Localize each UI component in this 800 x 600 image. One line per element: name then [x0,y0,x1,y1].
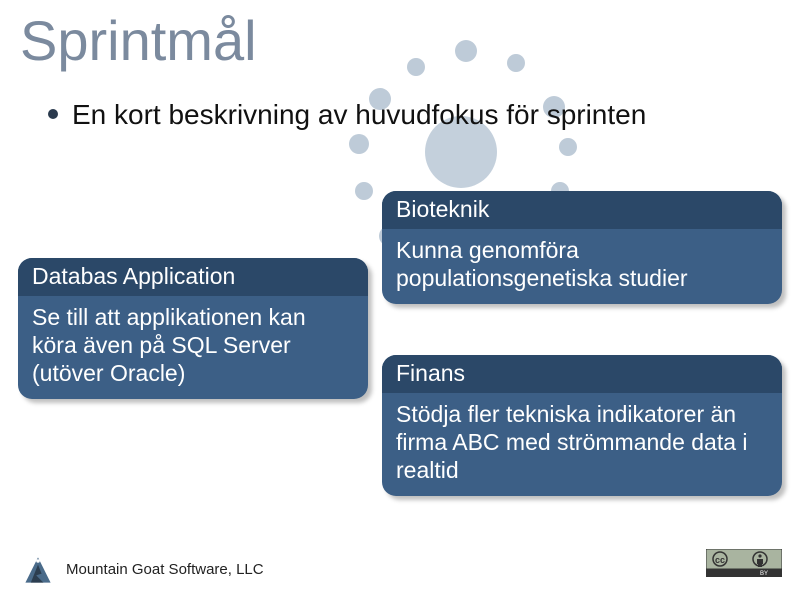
cc-by-label: BY [760,571,768,577]
cc-by-icon: cc BY [706,549,782,577]
bullet-item: En kort beskrivning av huvudfokus för sp… [0,79,800,132]
card-bioteknik-body: Kunna genomföra populationsgenetiska stu… [382,229,782,304]
footer-company: Mountain Goat Software, LLC [66,561,264,578]
card-databas-header: Databas Application [18,258,368,296]
bullet-text: En kort beskrivning av huvudfokus för sp… [72,97,646,132]
card-bioteknik-header: Bioteknik [382,191,782,229]
card-bioteknik: Bioteknik Kunna genomföra populationsgen… [382,191,782,304]
cc-badge: cc BY [706,549,782,582]
card-databas: Databas Application Se till att applikat… [18,258,368,399]
card-databas-body: Se till att applikationen kan köra även … [18,296,368,399]
footer: Mountain Goat Software, LLC [20,552,264,588]
card-finans: Finans Stödja fler tekniska indikatorer … [382,355,782,496]
bullet-dot-icon [48,109,58,119]
card-finans-body: Stödja fler tekniska indikatorer än firm… [382,393,782,496]
card-finans-header: Finans [382,355,782,393]
goat-logo-icon [20,552,56,588]
svg-text:cc: cc [715,555,725,565]
